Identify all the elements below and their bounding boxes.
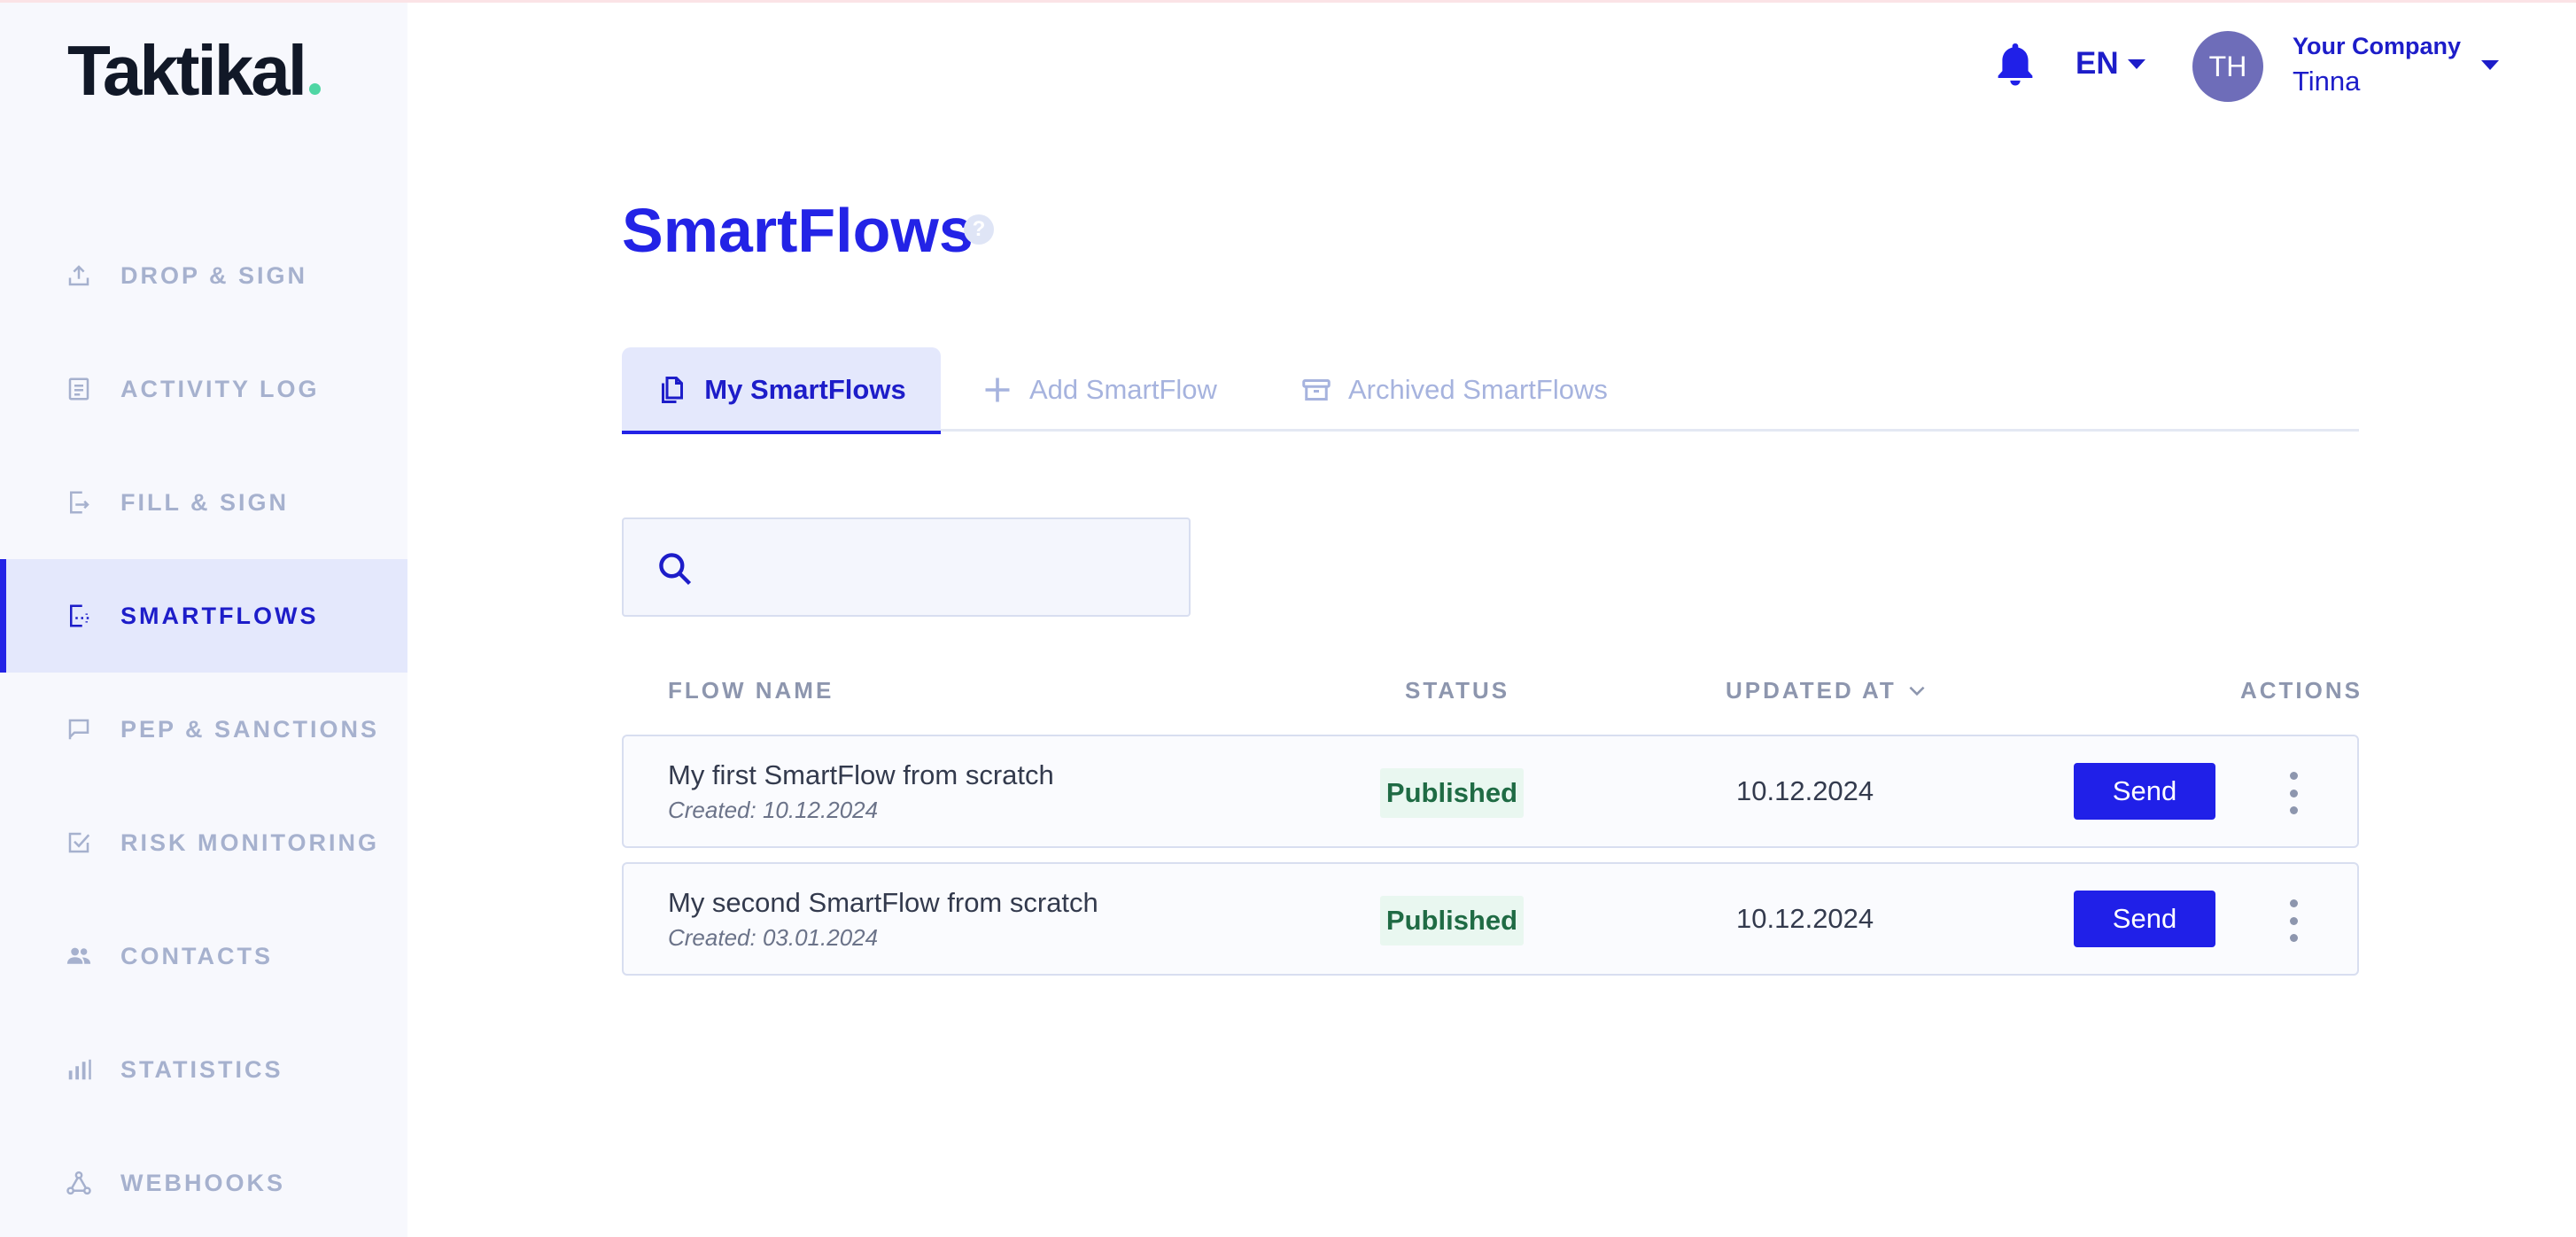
upload-icon <box>66 262 92 289</box>
sidebar-item-fill-sign[interactable]: FILL & SIGN <box>0 446 407 559</box>
avatar[interactable]: TH <box>2192 31 2263 102</box>
column-header-updated-at[interactable]: UPDATED AT <box>1726 675 1928 705</box>
archive-icon <box>1302 378 1331 401</box>
plus-icon <box>985 377 1010 401</box>
column-header-status: STATUS <box>1405 677 1510 704</box>
webhook-icon <box>66 1170 92 1196</box>
sidebar-item-label: ACTIVITY LOG <box>120 375 320 402</box>
page-title: SmartFlows <box>622 196 974 265</box>
logo-text: Taktikal <box>67 31 307 110</box>
flow-name[interactable]: My first SmartFlow from scratch <box>668 758 1054 793</box>
bell-icon[interactable] <box>1993 40 2037 89</box>
updated-date: 10.12.2024 <box>1736 775 1874 806</box>
sidebar-item-label: RISK MONITORING <box>120 829 380 856</box>
search-icon <box>659 553 692 586</box>
search-box <box>622 517 1191 617</box>
caret-down-icon[interactable] <box>2481 60 2499 70</box>
table-row[interactable]: My second SmartFlow from scratch Created… <box>622 862 2359 976</box>
send-button[interactable]: Send <box>2074 891 2215 947</box>
tab-label: My SmartFlows <box>704 373 906 405</box>
column-header-label: UPDATED AT <box>1726 677 1897 704</box>
sidebar-item-smartflows[interactable]: SMARTFLOWS <box>0 559 407 673</box>
help-icon[interactable]: ? <box>964 214 994 245</box>
sidebar-item-activity-log[interactable]: ACTIVITY LOG <box>0 332 407 446</box>
tab-bar: My SmartFlows Add SmartFlow Archived Sma… <box>622 347 2359 434</box>
sidebar-item-label: CONTACTS <box>120 942 273 969</box>
more-options-icon[interactable] <box>2280 896 2307 945</box>
sidebar-item-webhooks[interactable]: WEBHOOKS <box>0 1126 407 1237</box>
status-badge: Published <box>1380 768 1524 818</box>
sidebar-item-statistics[interactable]: STATISTICS <box>0 1013 407 1126</box>
people-icon <box>66 943 92 969</box>
tab-add-smartflow[interactable]: Add SmartFlow <box>982 347 1217 432</box>
flow-created-date: Created: 03.01.2024 <box>668 924 879 951</box>
document-list-icon <box>66 376 92 402</box>
flow-created-date: Created: 10.12.2024 <box>668 797 879 823</box>
updated-date: 10.12.2024 <box>1736 903 1874 934</box>
send-button[interactable]: Send <box>2074 763 2215 820</box>
sidebar-item-risk-monitoring[interactable]: RISK MONITORING <box>0 786 407 899</box>
logo[interactable]: Taktikal <box>67 31 321 111</box>
fill-sign-icon <box>66 489 92 516</box>
smartflow-icon <box>66 603 92 629</box>
language-label: EN <box>2076 46 2119 81</box>
language-selector[interactable]: EN <box>2076 46 2145 82</box>
sidebar-item-label: STATISTICS <box>120 1055 283 1083</box>
tab-archived-smartflows[interactable]: Archived SmartFlows <box>1300 347 1608 432</box>
account-menu[interactable]: Your Company Tinna <box>2293 30 2461 101</box>
chevron-down-icon <box>1909 686 1925 696</box>
column-header-actions: ACTIONS <box>2240 677 2363 704</box>
status-badge: Published <box>1380 896 1524 945</box>
sidebar-item-pep-sanctions[interactable]: PEP & SANCTIONS <box>0 673 407 786</box>
checkbox-icon <box>66 829 92 856</box>
sidebar-nav: DROP & SIGN ACTIVITY LOG FILL & SIGN SMA… <box>0 219 407 1237</box>
flag-icon <box>66 716 92 743</box>
sidebar-item-contacts[interactable]: CONTACTS <box>0 899 407 1013</box>
documents-icon <box>662 376 684 403</box>
sidebar-item-label: FILL & SIGN <box>120 488 290 516</box>
tab-label: Archived SmartFlows <box>1348 373 1608 405</box>
company-name: Your Company <box>2293 33 2462 59</box>
sidebar-item-label: PEP & SANCTIONS <box>120 715 380 743</box>
caret-down-icon <box>2127 58 2145 69</box>
table-row[interactable]: My first SmartFlow from scratch Created:… <box>622 735 2359 848</box>
search-input[interactable] <box>712 537 1173 599</box>
column-header-flow-name: FLOW NAME <box>668 677 834 704</box>
user-name: Tinna <box>2293 66 2361 97</box>
tab-my-smartflows[interactable]: My SmartFlows <box>622 347 941 434</box>
sidebar-item-label: WEBHOOKS <box>120 1169 285 1196</box>
more-options-icon[interactable] <box>2280 768 2307 818</box>
sidebar-item-label: DROP & SIGN <box>120 261 308 289</box>
logo-dot <box>309 83 321 95</box>
tab-label: Add SmartFlow <box>1029 373 1217 405</box>
sidebar-item-drop-sign[interactable]: DROP & SIGN <box>0 219 407 332</box>
sidebar-item-label: SMARTFLOWS <box>120 602 319 629</box>
bar-chart-icon <box>66 1056 92 1083</box>
sidebar: Taktikal DROP & SIGN ACTIVITY LOG FILL &… <box>0 3 407 1237</box>
flow-name[interactable]: My second SmartFlow from scratch <box>668 885 1098 921</box>
